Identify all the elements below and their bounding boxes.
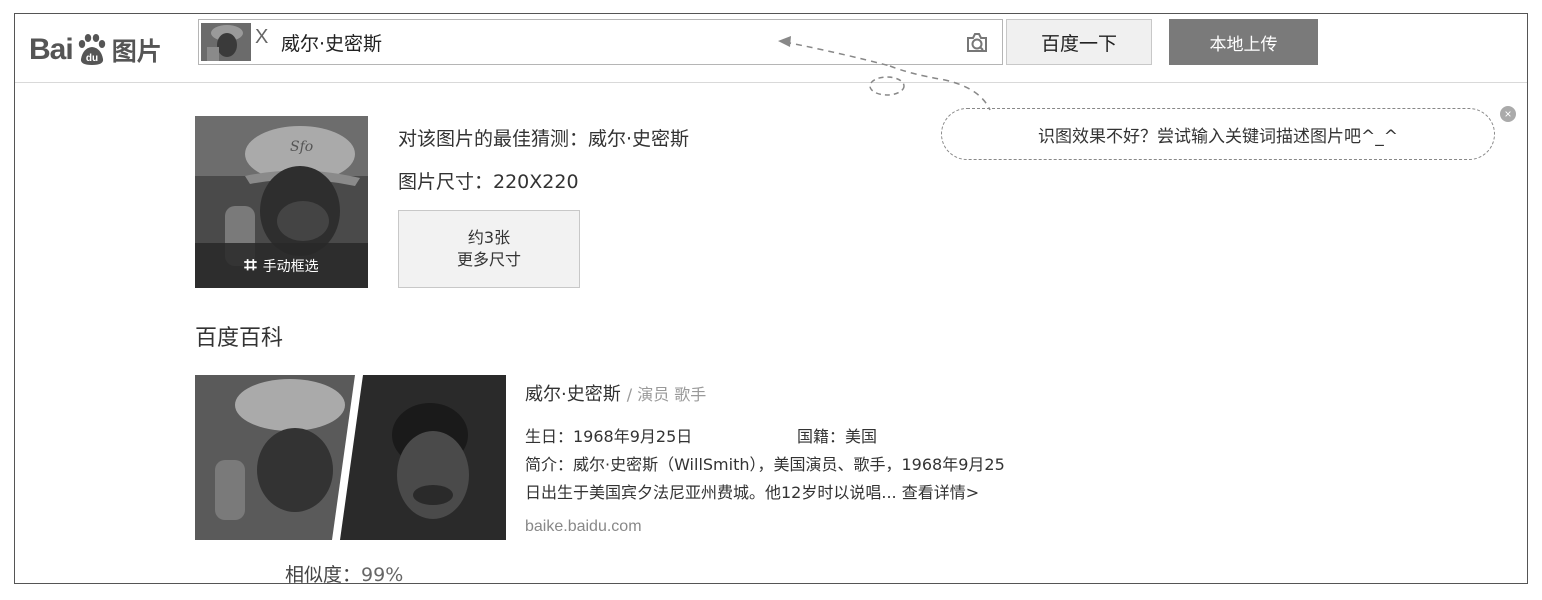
more-sizes-label: 更多尺寸 <box>456 250 521 269</box>
close-icon[interactable]: × <box>1500 106 1516 122</box>
logo-tupian: 图片 <box>111 37 162 66</box>
logo-bai: Bai <box>29 33 74 66</box>
query-image[interactable]: Sfo ⌗ 手动框选 <box>195 116 368 288</box>
svg-text:Sfo: Sfo <box>290 139 313 155</box>
baike-intro-line2: 日出生于美国宾夕法尼亚州费城。他12岁时以说唱... 查看详情> <box>525 479 979 503</box>
baike-name[interactable]: 威尔·史密斯 <box>525 384 621 405</box>
baike-url[interactable]: baike.baidu.com <box>525 518 642 536</box>
baike-intro-text: 日出生于美国宾夕法尼亚州费城。他12岁时以说唱... <box>525 483 897 502</box>
page-frame: Bai du 图片 X 威尔·史密斯 百度一下 本地上传 识图效果不好？尝试输入… <box>14 13 1528 584</box>
search-button[interactable]: 百度一下 <box>1006 19 1152 65</box>
baike-portrait-image <box>195 375 506 540</box>
logo-du: du <box>86 53 98 64</box>
crop-icon: ⌗ <box>244 253 257 278</box>
similarity-value: 99% <box>361 564 404 584</box>
baike-heading: 百度百科 <box>195 326 284 351</box>
image-size-text: 图片尺寸：220X220 <box>398 171 579 193</box>
upload-button[interactable]: 本地上传 <box>1169 19 1318 65</box>
best-guess-text: 对该图片的最佳猜测：威尔·史密斯 <box>398 128 690 150</box>
baike-intro-line1: 简介：威尔·史密斯（WillSmith），美国演员、歌手，1968年9月25 <box>525 455 1005 474</box>
query-thumbnail[interactable] <box>201 23 251 61</box>
baike-nationality: 国籍：美国 <box>797 427 878 446</box>
search-input[interactable]: 威尔·史密斯 <box>281 29 382 56</box>
similarity-label: 相似度： <box>285 564 362 584</box>
more-sizes-count: 约3张 <box>467 228 511 247</box>
baike-image[interactable] <box>195 375 506 540</box>
camera-icon[interactable] <box>964 29 990 55</box>
baike-tags: / 演员 歌手 <box>626 385 707 404</box>
baike-birthday: 生日：1968年9月25日 <box>525 427 693 446</box>
crop-label: 手动框选 <box>262 258 319 275</box>
more-sizes-button[interactable]: 约3张 更多尺寸 <box>398 210 580 288</box>
paw-logo-icon: du <box>75 33 109 67</box>
baike-title[interactable]: 威尔·史密斯 / 演员 歌手 <box>525 380 706 406</box>
search-header: Bai du 图片 X 威尔·史密斯 百度一下 本地上传 <box>15 14 1527 83</box>
search-box[interactable]: X 威尔·史密斯 <box>198 19 1003 65</box>
remove-thumbnail-button[interactable]: X <box>255 26 268 49</box>
manual-crop-button[interactable]: ⌗ 手动框选 <box>195 243 368 288</box>
baidu-image-logo[interactable]: Bai du 图片 <box>29 30 162 70</box>
view-details-link[interactable]: 查看详情> <box>902 483 979 502</box>
hint-bubble: 识图效果不好？尝试输入关键词描述图片吧^_^ <box>941 108 1495 160</box>
similarity-score: 相似度：99% <box>285 560 404 584</box>
